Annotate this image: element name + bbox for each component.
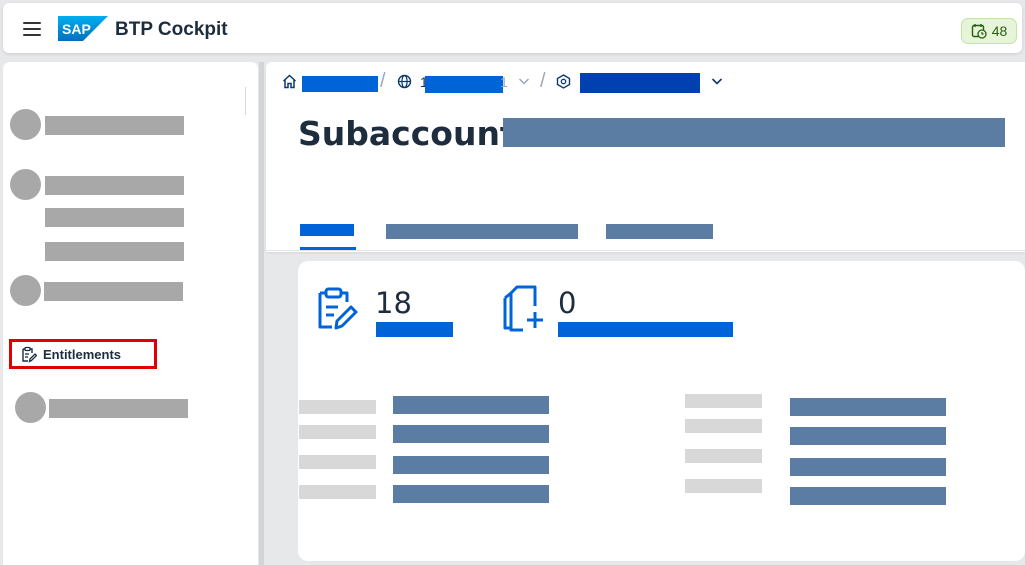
detail-label-redacted <box>299 400 376 414</box>
kpi-value: 18 <box>375 286 412 320</box>
tab-third-redacted[interactable] <box>606 224 713 239</box>
menu-icon[interactable] <box>23 22 41 36</box>
breadcrumb-separator: / <box>380 70 386 92</box>
detail-value-redacted <box>393 456 549 474</box>
breadcrumb-partial-suffix: 1 <box>500 74 508 90</box>
breadcrumb-separator: / <box>540 70 546 92</box>
detail-value-redacted <box>790 427 946 445</box>
kpi-label-redacted[interactable] <box>376 322 453 337</box>
panel-gutter[interactable] <box>259 62 264 565</box>
globe-icon <box>397 74 412 89</box>
detail-label-redacted <box>685 419 762 433</box>
nav-divider <box>245 87 246 115</box>
nav-item-icon-redacted[interactable] <box>10 169 41 200</box>
nav-item-icon-redacted[interactable] <box>15 392 46 423</box>
notification-count: 48 <box>991 23 1008 39</box>
detail-label-redacted <box>299 485 376 499</box>
chevron-down-icon[interactable] <box>711 76 723 86</box>
svg-text:SAP: SAP <box>62 21 91 37</box>
add-document-icon <box>503 285 543 332</box>
detail-value-redacted <box>790 458 946 476</box>
detail-value-redacted <box>790 398 946 416</box>
side-navigation <box>3 62 258 565</box>
sidebar-item-label: Entitlements <box>43 346 122 362</box>
chevron-down-icon[interactable] <box>518 76 530 86</box>
page-title: Subaccount: <box>298 114 529 153</box>
nav-item-label-redacted[interactable] <box>45 176 184 195</box>
nav-subitem-label-redacted[interactable] <box>45 242 184 261</box>
overview-card: 18 0 <box>298 261 1025 561</box>
tab-overview-redacted[interactable] <box>300 224 354 236</box>
detail-label-redacted <box>299 455 376 469</box>
tab-second-redacted[interactable] <box>386 224 578 239</box>
clipboard-edit-icon <box>22 346 37 363</box>
subaccount-icon <box>556 74 571 89</box>
breadcrumb-global-account-redacted[interactable] <box>302 76 378 92</box>
detail-label-redacted <box>685 479 762 493</box>
nav-item-icon-redacted[interactable] <box>10 275 41 306</box>
calendar-clock-icon <box>971 24 987 39</box>
detail-label-redacted <box>685 449 762 463</box>
page-title-name-redacted <box>503 118 1005 147</box>
sidebar-item-entitlements[interactable]: Entitlements <box>9 339 157 369</box>
detail-value-redacted <box>393 485 549 503</box>
home-icon[interactable] <box>282 74 297 89</box>
notification-badge[interactable]: 48 <box>961 18 1017 44</box>
kpi-value: 0 <box>558 286 577 320</box>
detail-label-redacted <box>685 394 762 408</box>
detail-value-redacted <box>393 396 549 414</box>
breadcrumb-subaccount-redacted[interactable] <box>580 73 700 93</box>
tabs-divider <box>266 250 1025 251</box>
detail-value-redacted <box>393 425 549 443</box>
product-title: BTP Cockpit <box>115 19 228 40</box>
object-page-header: / 1 1 / Subaccount: <box>266 62 1025 252</box>
sap-logo: SAP <box>58 16 108 41</box>
nav-item-label-redacted[interactable] <box>44 282 183 301</box>
detail-label-redacted <box>299 425 376 439</box>
nav-item-label-redacted[interactable] <box>49 399 188 418</box>
nav-item-icon-redacted[interactable] <box>10 109 41 140</box>
breadcrumb-directory-redacted[interactable] <box>425 76 503 93</box>
nav-item-label-redacted[interactable] <box>45 116 184 135</box>
kpi-label-redacted[interactable] <box>558 322 733 337</box>
detail-value-redacted <box>790 487 946 505</box>
nav-subitem-label-redacted[interactable] <box>45 208 184 227</box>
clipboard-edit-icon <box>318 287 358 330</box>
shell-bar: SAP BTP Cockpit 48 <box>3 3 1022 53</box>
